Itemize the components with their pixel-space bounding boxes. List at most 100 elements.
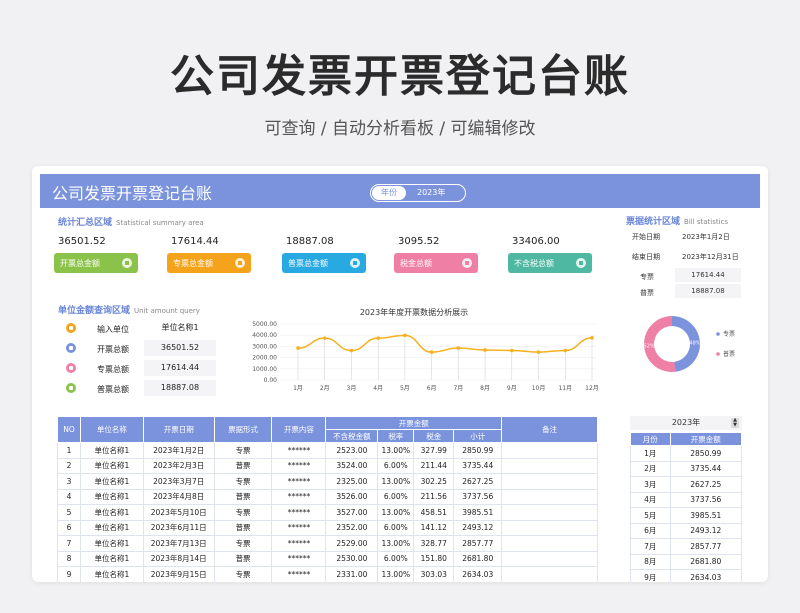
table-cell[interactable]: ****** bbox=[271, 519, 327, 536]
table-cell[interactable]: 8 bbox=[57, 550, 81, 567]
table-cell[interactable]: 单位名称1 bbox=[79, 504, 144, 521]
start-date-value[interactable]: 2023年1月2日 bbox=[682, 232, 730, 242]
table-cell[interactable]: 6.00% bbox=[377, 550, 415, 567]
table-cell[interactable] bbox=[501, 473, 598, 490]
table-cell[interactable] bbox=[501, 457, 598, 474]
table-cell[interactable]: 6.00% bbox=[377, 488, 415, 505]
end-date-value[interactable]: 2023年12月31日 bbox=[682, 252, 739, 262]
table-cell[interactable] bbox=[501, 566, 598, 582]
table-cell[interactable]: 单位名称1 bbox=[79, 442, 144, 459]
table-cell[interactable]: ****** bbox=[271, 473, 327, 490]
table-cell[interactable]: 2634.03 bbox=[453, 566, 503, 582]
table-cell[interactable]: 7 bbox=[57, 535, 81, 552]
table-cell[interactable]: 13.00% bbox=[377, 566, 415, 582]
table-cell[interactable]: ****** bbox=[271, 457, 327, 474]
table-cell[interactable]: 13.00% bbox=[377, 504, 415, 521]
table-cell[interactable]: 专票 bbox=[213, 504, 273, 521]
table-cell[interactable]: 普票 bbox=[213, 457, 273, 474]
table-cell[interactable]: 458.51 bbox=[413, 504, 455, 521]
table-cell[interactable] bbox=[501, 535, 598, 552]
table-cell[interactable]: 302.25 bbox=[413, 473, 455, 490]
table-cell[interactable]: 2627.25 bbox=[453, 473, 503, 490]
table-cell[interactable]: ****** bbox=[271, 504, 327, 521]
table-cell[interactable]: 2023年4月8日 bbox=[142, 488, 215, 505]
summary-button[interactable]: 普票总金额 bbox=[282, 253, 366, 273]
table-cell[interactable]: 13.00% bbox=[377, 535, 415, 552]
chart-data-point[interactable] bbox=[536, 350, 541, 354]
table-cell[interactable]: 2023年2月3日 bbox=[142, 457, 215, 474]
col-unit[interactable]: 单位名称 bbox=[79, 416, 144, 443]
table-cell[interactable]: 单位名称1 bbox=[79, 519, 144, 536]
table-cell[interactable]: 211.56 bbox=[413, 488, 455, 505]
table-cell[interactable]: 单位名称1 bbox=[79, 473, 144, 490]
table-cell[interactable]: 6.00% bbox=[377, 457, 415, 474]
chart-data-point[interactable] bbox=[456, 346, 461, 350]
table-cell[interactable]: 专票 bbox=[213, 535, 273, 552]
col-rate[interactable]: 税率 bbox=[377, 429, 415, 443]
table-row[interactable]: 6 单位名称1 2023年6月11日 普票 ****** 2352.00 6.00% 141.… bbox=[57, 519, 598, 536]
table-cell[interactable]: 2681.80 bbox=[453, 550, 503, 567]
table-cell[interactable]: 2331.00 bbox=[325, 566, 379, 582]
table-row[interactable]: 2 单位名称1 2023年2月3日 普票 ****** 3524.00 6.00% 211.4… bbox=[57, 457, 598, 474]
table-cell[interactable]: 单位名称1 bbox=[79, 566, 144, 582]
table-row[interactable]: 4 单位名称1 2023年4月8日 普票 ****** 3526.00 6.00% 211.5… bbox=[57, 488, 598, 505]
table-cell[interactable]: 单位名称1 bbox=[79, 535, 144, 552]
col-month-amount[interactable]: 开票金额 bbox=[669, 432, 743, 446]
col-form[interactable]: 票据形式 bbox=[213, 416, 273, 443]
table-cell[interactable]: 2023年8月14日 bbox=[142, 550, 215, 567]
chart-data-point[interactable] bbox=[510, 348, 514, 353]
table-cell[interactable]: 2523.00 bbox=[325, 442, 379, 459]
table-cell[interactable] bbox=[501, 488, 598, 505]
table-cell[interactable]: 5 bbox=[57, 504, 81, 521]
summary-button[interactable]: 税金总额 bbox=[394, 253, 478, 273]
table-row[interactable]: 3 单位名称1 2023年3月7日 专票 ****** 2325.00 13.00% 302.… bbox=[57, 473, 598, 490]
table-cell[interactable]: 13.00% bbox=[377, 473, 415, 490]
table-cell[interactable]: 211.44 bbox=[413, 457, 455, 474]
table-cell[interactable]: 1 bbox=[57, 442, 81, 459]
table-cell[interactable]: 6.00% bbox=[377, 519, 415, 536]
table-cell[interactable]: 单位名称1 bbox=[79, 550, 144, 567]
table-cell[interactable]: 2023年9月15日 bbox=[142, 566, 215, 582]
table-cell[interactable]: ****** bbox=[271, 442, 327, 459]
table-cell[interactable]: 专票 bbox=[213, 473, 273, 490]
monthly-year-selector[interactable]: 2023年 ▲ ▼ bbox=[630, 416, 742, 430]
table-cell[interactable]: 2325.00 bbox=[325, 473, 379, 490]
table-cell[interactable]: 327.99 bbox=[413, 442, 455, 459]
dropdown-arrow-icon[interactable]: ▲ ▼ bbox=[731, 418, 739, 428]
table-cell[interactable]: 13.00% bbox=[377, 442, 415, 459]
table-cell[interactable]: 3527.00 bbox=[325, 504, 379, 521]
summary-button[interactable]: 开票总金额 bbox=[54, 253, 138, 273]
chart-data-point[interactable] bbox=[590, 336, 594, 340]
col-no[interactable]: NO bbox=[57, 416, 81, 443]
col-subtotal[interactable]: 小计 bbox=[453, 429, 503, 443]
table-cell[interactable]: 2 bbox=[57, 457, 81, 474]
col-pretax[interactable]: 不含税金额 bbox=[325, 429, 379, 443]
chart-data-point[interactable] bbox=[563, 348, 568, 353]
chart-data-point[interactable] bbox=[483, 348, 487, 352]
chart-data-point[interactable] bbox=[349, 348, 354, 353]
table-cell[interactable]: 单位名称1 bbox=[79, 457, 144, 474]
table-row[interactable]: 7 单位名称1 2023年7月13日 专票 ****** 2529.00 13.00% 328… bbox=[57, 535, 598, 552]
chart-data-point[interactable] bbox=[296, 346, 300, 350]
table-cell[interactable]: 单位名称1 bbox=[79, 488, 144, 505]
table-cell[interactable]: 4 bbox=[57, 488, 81, 505]
table-cell[interactable]: 2352.00 bbox=[325, 519, 379, 536]
col-date[interactable]: 开票日期 bbox=[142, 416, 215, 443]
table-cell[interactable] bbox=[501, 442, 598, 459]
table-cell[interactable]: 151.80 bbox=[413, 550, 455, 567]
table-cell[interactable]: 3 bbox=[57, 473, 81, 490]
table-cell[interactable]: 2023年1月2日 bbox=[142, 442, 215, 459]
table-cell[interactable]: 2493.12 bbox=[453, 519, 503, 536]
table-cell[interactable]: ****** bbox=[271, 488, 327, 505]
table-cell[interactable]: 2857.77 bbox=[453, 535, 503, 552]
table-cell[interactable]: 3735.44 bbox=[453, 457, 503, 474]
table-cell[interactable]: ****** bbox=[271, 550, 327, 567]
table-cell[interactable]: 专票 bbox=[213, 442, 273, 459]
table-cell[interactable]: 专票 bbox=[213, 566, 273, 582]
table-row[interactable]: 1 单位名称1 2023年1月2日 专票 ****** 2523.00 13.00% 327.… bbox=[57, 442, 598, 459]
table-cell[interactable]: 普票 bbox=[213, 550, 273, 567]
chart-data-point[interactable] bbox=[429, 350, 434, 354]
table-cell[interactable]: 2850.99 bbox=[453, 442, 503, 459]
table-cell[interactable]: 2023年5月10日 bbox=[142, 504, 215, 521]
col-content[interactable]: 开票内容 bbox=[271, 416, 327, 443]
